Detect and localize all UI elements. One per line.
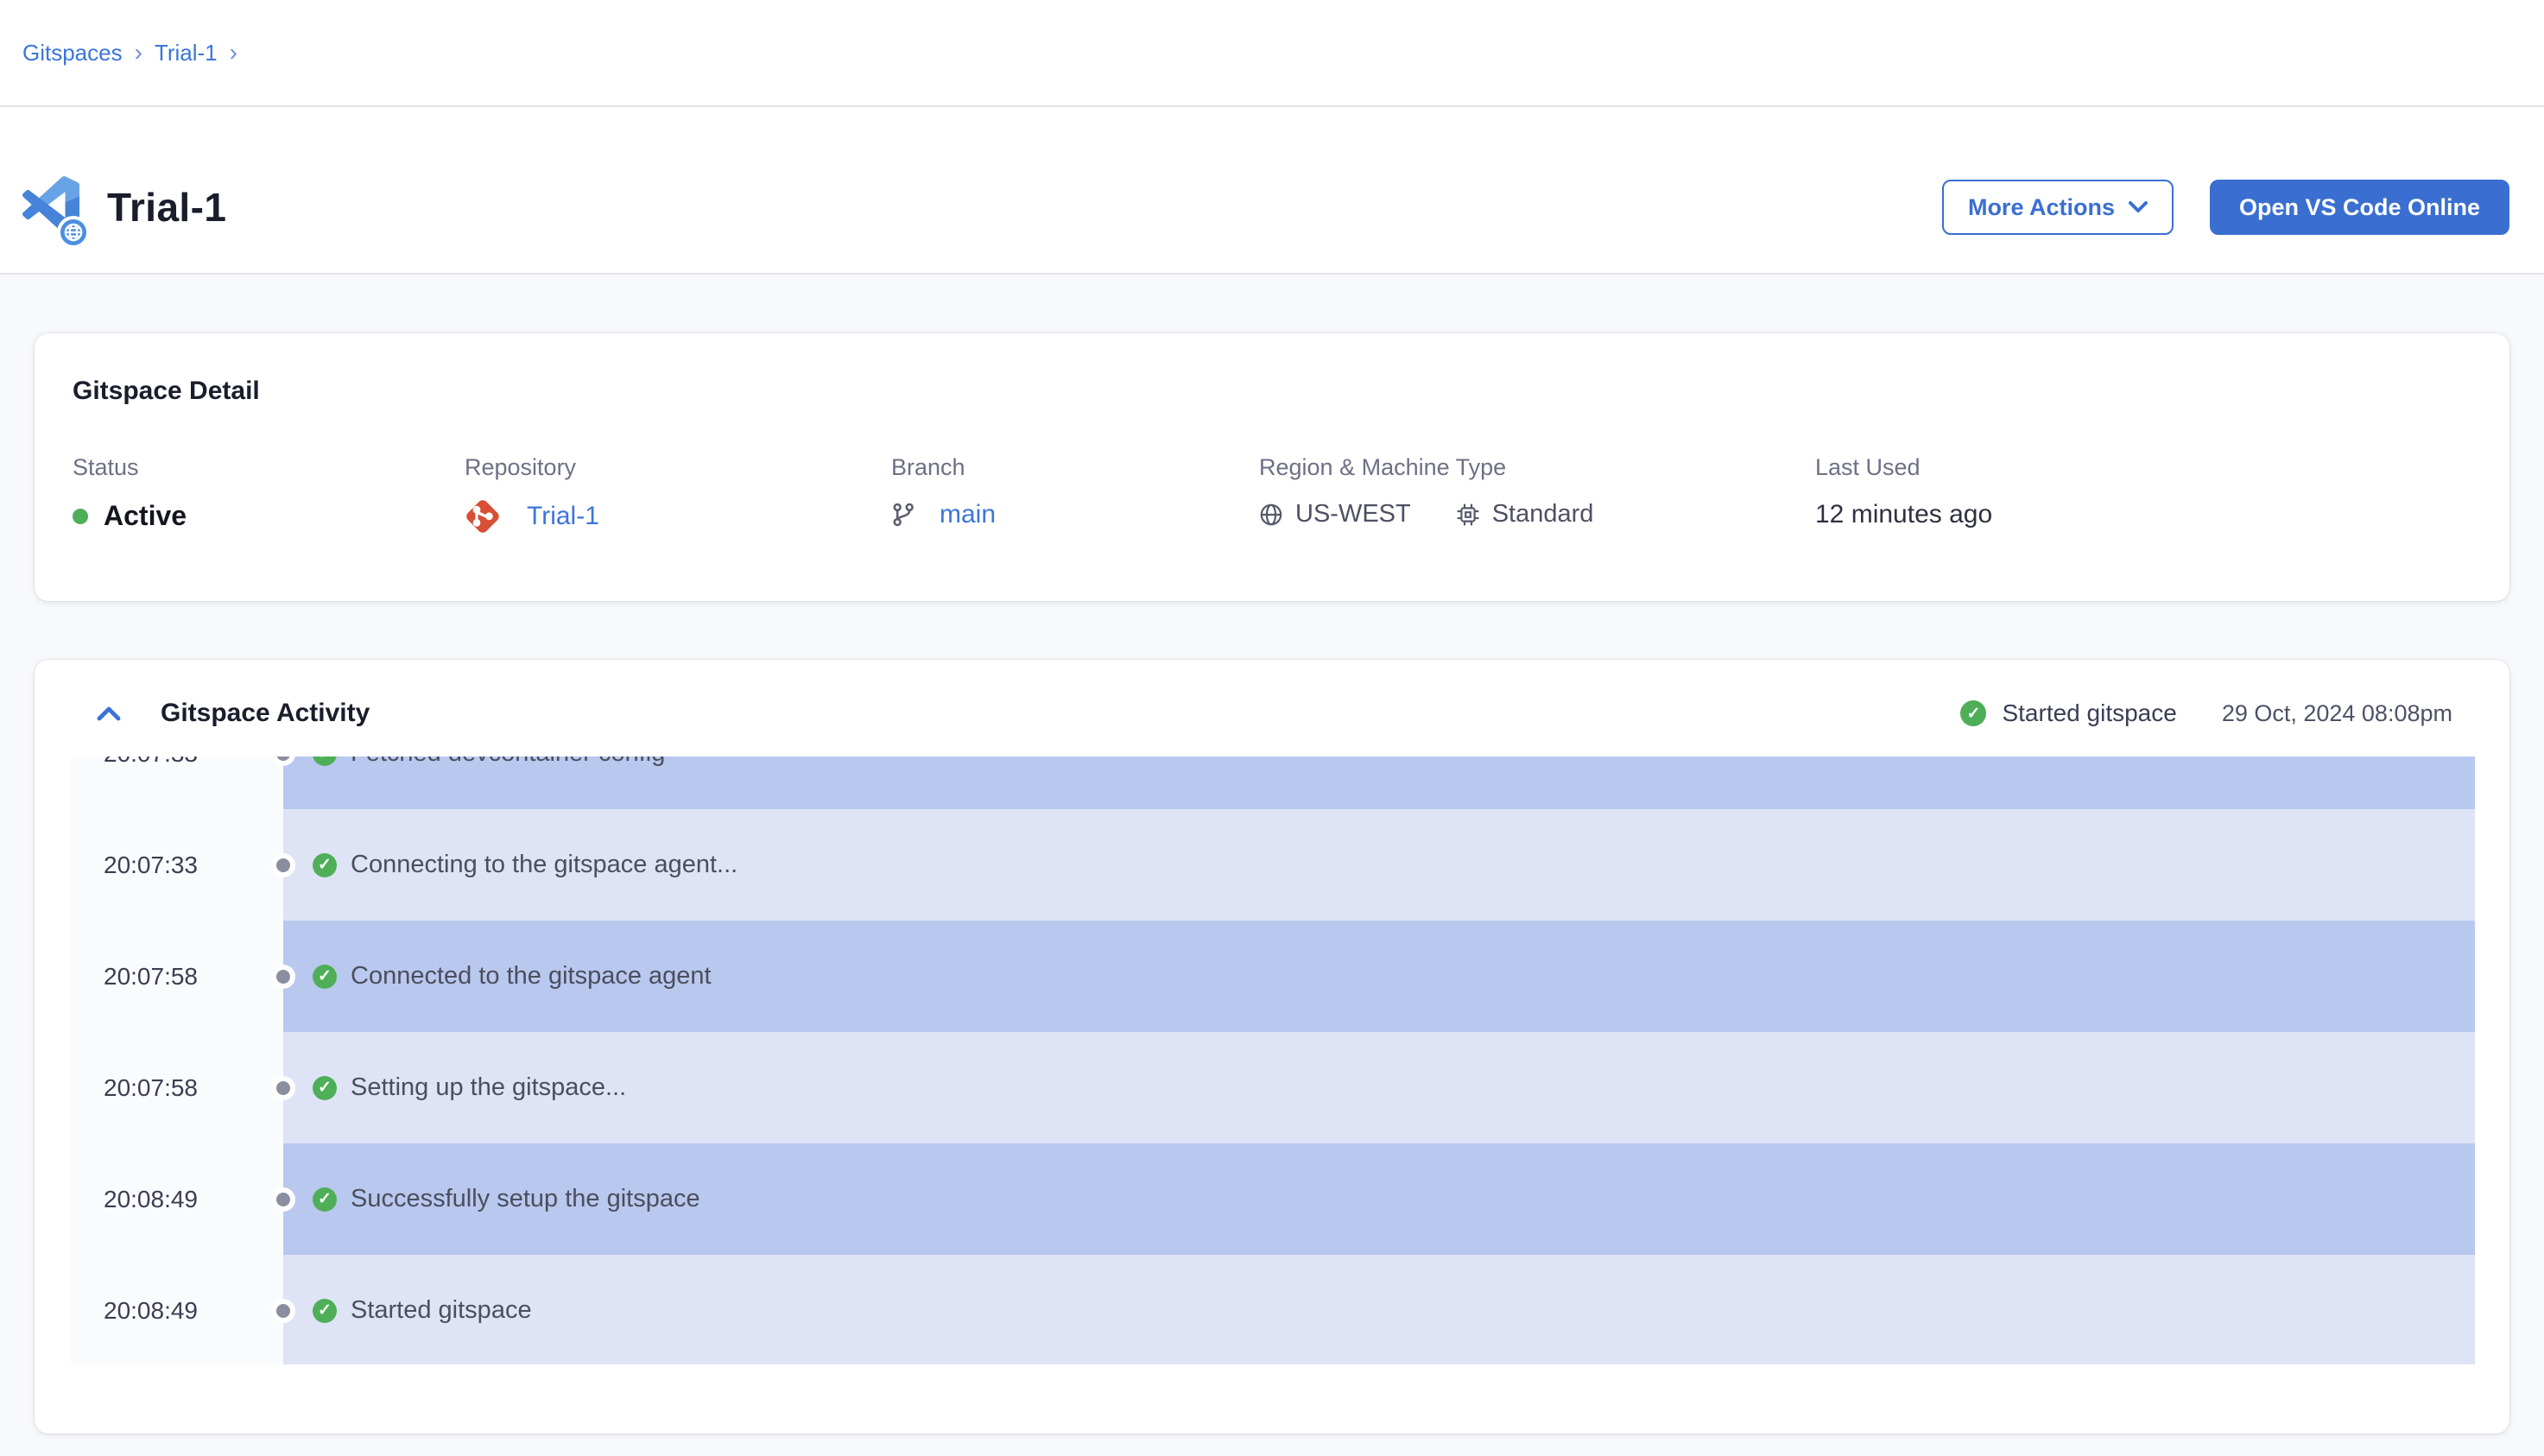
- activity-row-time: 20:07:58: [71, 921, 283, 1032]
- last-used-value: 12 minutes ago: [1815, 500, 1992, 529]
- timeline-dot-icon: [276, 1304, 290, 1318]
- activity-row-band: ✓ Connecting to the gitspace agent...: [283, 809, 2475, 921]
- field-label: Region & Machine Type: [1259, 454, 1815, 481]
- activity-row-message: Connected to the gitspace agent: [351, 962, 712, 991]
- breadcrumb: Gitspaces › Trial-1 ›: [0, 0, 2544, 107]
- branch-link[interactable]: main: [940, 500, 996, 529]
- activity-row: 20:08:49 ✓ Started gitspace: [71, 1255, 2475, 1364]
- more-actions-button[interactable]: More Actions: [1942, 180, 2174, 235]
- activity-row-band: ✓ Setting up the gitspace...: [283, 1032, 2475, 1143]
- activity-row-time: 20:07:33: [71, 809, 283, 921]
- field-branch: Branch main: [891, 454, 1259, 533]
- repository-link[interactable]: Trial-1: [527, 502, 599, 531]
- activity-timestamp: 29 Oct, 2024 08:08pm: [2222, 700, 2452, 727]
- gitspace-activity-card: Gitspace Activity ✓ Started gitspace 29 …: [35, 660, 2509, 1434]
- vscode-online-icon: [22, 176, 85, 238]
- activity-row-time: 20:08:49: [71, 1255, 283, 1364]
- page: Gitspaces › Trial-1 › Trial-1 More Actio…: [0, 0, 2544, 1456]
- globe-badge-icon: [57, 216, 90, 249]
- timeline-dot-icon: [276, 858, 290, 872]
- field-repository: Repository Trial-1: [465, 454, 891, 533]
- success-check-icon: ✓: [313, 853, 337, 877]
- breadcrumb-link-gitspaces[interactable]: Gitspaces: [22, 40, 123, 66]
- activity-log: 20:07:33 ✓ Fetched devcontainer config 2…: [71, 756, 2475, 1364]
- region-value: US-WEST: [1295, 500, 1411, 529]
- field-label: Branch: [891, 454, 1259, 481]
- field-label: Repository: [465, 454, 891, 481]
- field-label: Last Used: [1815, 454, 2471, 481]
- success-check-icon: ✓: [313, 1299, 337, 1323]
- main-content: Gitspace Detail Status Active Repository: [0, 275, 2544, 1434]
- activity-row-band: ✓ Successfully setup the gitspace: [283, 1143, 2475, 1255]
- globe-icon: [1259, 503, 1283, 527]
- success-check-icon: ✓: [313, 1076, 337, 1100]
- chevron-up-icon: [97, 706, 121, 721]
- success-check-icon: ✓: [313, 1187, 337, 1212]
- git-repo-icon: [465, 498, 501, 535]
- detail-card-title: Gitspace Detail: [73, 377, 2471, 406]
- activity-row: 20:07:58 ✓ Connected to the gitspace age…: [71, 921, 2475, 1032]
- timeline-dot-icon: [276, 970, 290, 984]
- activity-row-time: 20:07:58: [71, 1032, 283, 1143]
- activity-title: Gitspace Activity: [161, 699, 370, 728]
- activity-row-message: Connecting to the gitspace agent...: [351, 851, 737, 879]
- activity-row: 20:08:49 ✓ Successfully setup the gitspa…: [71, 1143, 2475, 1255]
- activity-header: Gitspace Activity ✓ Started gitspace 29 …: [35, 660, 2509, 756]
- more-actions-label: More Actions: [1968, 194, 2115, 221]
- activity-status-label: Started gitspace: [2002, 700, 2176, 727]
- breadcrumb-separator-icon: ›: [135, 41, 142, 65]
- breadcrumb-separator-icon: ›: [230, 41, 237, 65]
- detail-fields: Status Active Repository: [73, 454, 2471, 533]
- branch-icon: [891, 502, 915, 528]
- timeline-dot-icon: [276, 1081, 290, 1095]
- success-check-icon: ✓: [313, 756, 337, 766]
- success-check-icon: ✓: [1960, 700, 1986, 726]
- success-check-icon: ✓: [313, 965, 337, 989]
- title-header: Trial-1 More Actions Open VS Code Online: [0, 107, 2544, 275]
- activity-row-message: Fetched devcontainer config: [351, 756, 665, 768]
- status-value: Active: [104, 500, 187, 532]
- cpu-icon: [1456, 503, 1480, 527]
- field-last-used: Last Used 12 minutes ago: [1815, 454, 2471, 533]
- timeline-dot-icon: [276, 1193, 290, 1206]
- activity-row-time: 20:07:33: [71, 756, 283, 809]
- page-title: Trial-1: [107, 184, 226, 231]
- activity-row-message: Started gitspace: [351, 1296, 532, 1325]
- field-region-machine: Region & Machine Type US-WEST: [1259, 454, 1815, 533]
- open-vscode-online-button[interactable]: Open VS Code Online: [2210, 180, 2509, 235]
- activity-row-band: ✓ Fetched devcontainer config: [283, 756, 2475, 809]
- gitspace-detail-card: Gitspace Detail Status Active Repository: [35, 333, 2509, 601]
- activity-row: 20:07:33 ✓ Connecting to the gitspace ag…: [71, 809, 2475, 921]
- activity-log-scroll-area[interactable]: 20:07:33 ✓ Fetched devcontainer config 2…: [71, 756, 2475, 1364]
- activity-row-band: ✓ Connected to the gitspace agent: [283, 921, 2475, 1032]
- machine-type-value: Standard: [1492, 500, 1594, 529]
- activity-row: 20:07:33 ✓ Fetched devcontainer config: [71, 756, 2475, 809]
- field-label: Status: [73, 454, 465, 481]
- activity-row-band: ✓ Started gitspace: [283, 1255, 2475, 1364]
- header-actions: More Actions Open VS Code Online: [1942, 180, 2509, 235]
- collapse-activity-button[interactable]: [97, 706, 121, 721]
- activity-row: 20:07:58 ✓ Setting up the gitspace...: [71, 1032, 2475, 1143]
- chevron-down-icon: [2129, 201, 2148, 213]
- breadcrumb-link-trial-1[interactable]: Trial-1: [155, 40, 218, 66]
- activity-row-time: 20:08:49: [71, 1143, 283, 1255]
- activity-row-message: Successfully setup the gitspace: [351, 1185, 700, 1213]
- activity-row-message: Setting up the gitspace...: [351, 1073, 626, 1102]
- green-status-dot-icon: [73, 509, 88, 524]
- field-status: Status Active: [73, 454, 465, 533]
